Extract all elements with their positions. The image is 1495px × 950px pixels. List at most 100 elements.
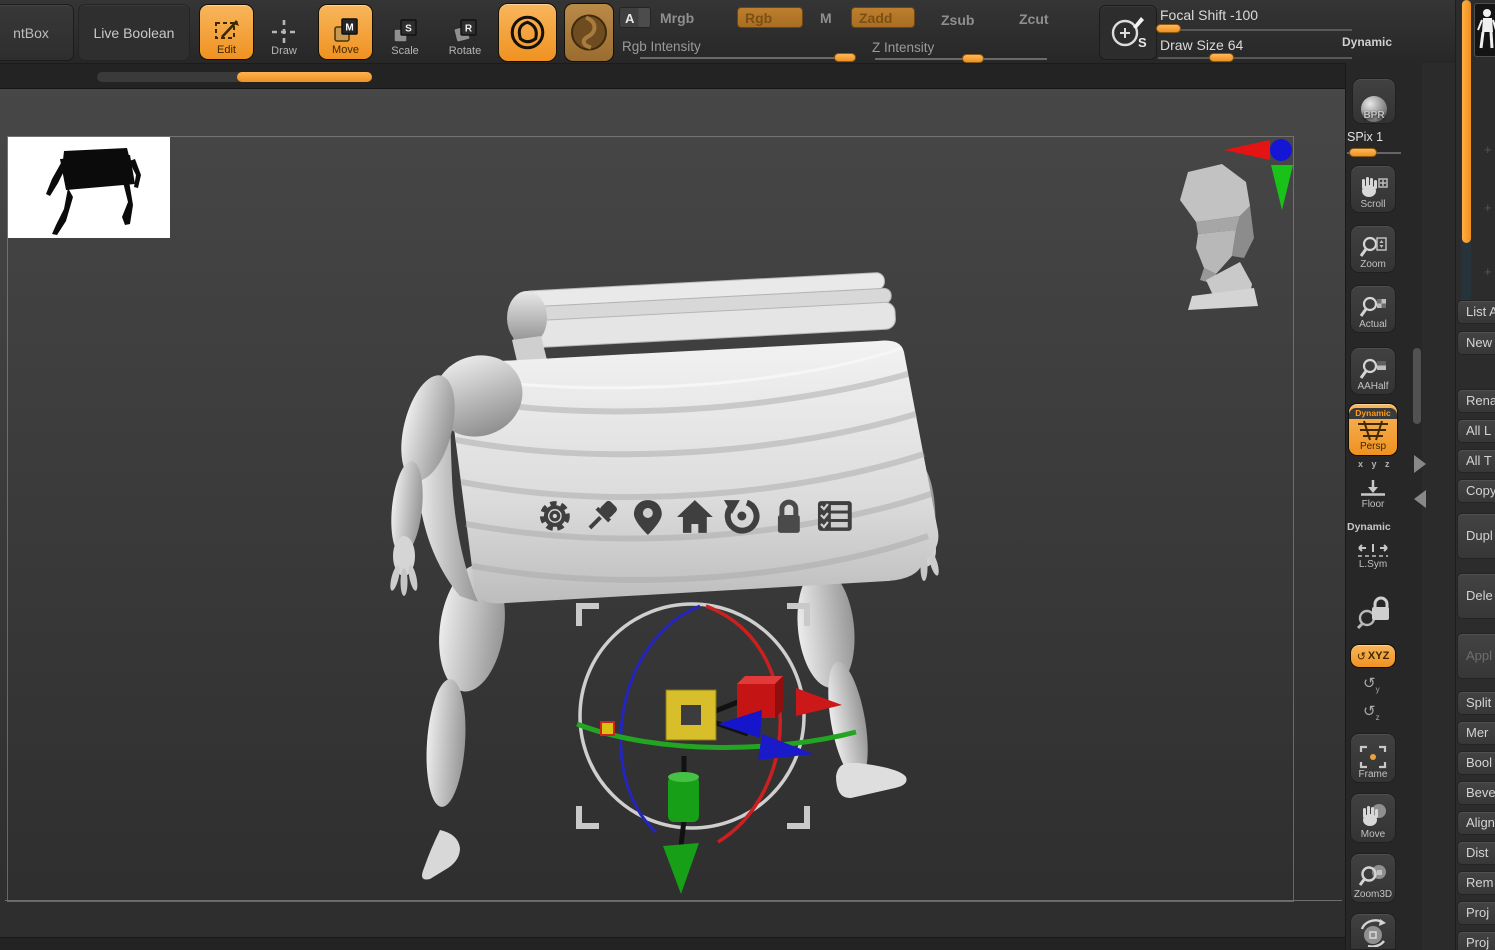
aahalf-button[interactable]: AAHalf: [1350, 347, 1396, 395]
sculpt-canvas[interactable]: [0, 88, 1345, 950]
rgb-toggle[interactable]: Rgb: [737, 7, 803, 28]
actual-button[interactable]: Actual: [1350, 285, 1396, 333]
z-intensity-label: Z Intensity: [872, 40, 934, 55]
frame-icon: [1359, 745, 1387, 769]
camera-lock-button[interactable]: [1350, 582, 1396, 632]
rotate-nav-button[interactable]: [1350, 913, 1396, 950]
draw-size-thumb[interactable]: [1209, 53, 1234, 62]
tool-figure-icon: [1475, 4, 1495, 56]
xyz-axes-label[interactable]: x y z: [1358, 459, 1393, 469]
panel-button-all-low[interactable]: All L: [1457, 419, 1495, 443]
panel-plus-icon: +: [1484, 264, 1492, 279]
panel-button-all-high[interactable]: All T: [1457, 449, 1495, 473]
panel-button-new[interactable]: New: [1457, 331, 1495, 355]
floor-icon: [1358, 479, 1388, 499]
z-intensity-thumb[interactable]: [962, 54, 984, 63]
floor-button[interactable]: Floor: [1350, 474, 1396, 512]
m-toggle[interactable]: M: [820, 10, 832, 26]
rgb-intensity-label: Rgb Intensity: [622, 39, 701, 54]
bpr-button[interactable]: BPR: [1352, 78, 1396, 124]
perspective-grid-icon: [1356, 419, 1390, 441]
brush-icon: [499, 4, 556, 61]
rail-scrollbar[interactable]: [1413, 348, 1421, 424]
edit-mode-button[interactable]: Edit: [199, 4, 254, 60]
lightbox-button[interactable]: ntBox: [0, 4, 74, 61]
xyz-button[interactable]: ↺ XYZ: [1350, 644, 1396, 668]
panel-button-merge[interactable]: Mer: [1457, 721, 1495, 745]
draw-mode-button[interactable]: Draw: [260, 4, 308, 60]
mrgb-toggle[interactable]: Mrgb: [660, 10, 694, 26]
rotate-glyph: ↺: [1357, 650, 1366, 663]
lock-camera-icon: [1355, 594, 1391, 630]
rgb-intensity-slider[interactable]: [640, 57, 840, 59]
rotate-mode-button[interactable]: R Rotate: [438, 4, 492, 60]
hand-scroll-icon: [1358, 175, 1388, 199]
zsub-toggle[interactable]: Zsub: [941, 12, 974, 28]
persp-button[interactable]: Dynamic Persp: [1348, 403, 1398, 456]
magnifier-3d-icon: [1358, 863, 1388, 889]
dynamic-resolution-label[interactable]: Dynamic: [1347, 521, 1391, 533]
panel-button-project2[interactable]: Proj: [1457, 931, 1495, 950]
panel-button-distribute[interactable]: Dist: [1457, 841, 1495, 865]
svg-text:M: M: [345, 23, 353, 34]
panel-button-duplicate[interactable]: Dupl: [1457, 513, 1495, 559]
current-brush-button[interactable]: [498, 3, 557, 62]
panel-scroll-thumb[interactable]: [1462, 0, 1471, 243]
active-tool-thumbnail[interactable]: [1474, 3, 1495, 57]
zbrush-app: ntBox Live Boolean Edit Draw M Move: [0, 0, 1495, 950]
zcut-toggle[interactable]: Zcut: [1019, 11, 1049, 27]
rotate-icon: R: [451, 18, 479, 45]
panel-button-project[interactable]: Proj: [1457, 901, 1495, 925]
toolbar-scroll-strip: [0, 64, 1455, 89]
spix-thumb[interactable]: [1349, 148, 1377, 157]
current-material-button[interactable]: [564, 3, 614, 62]
divider-arrow-right-icon[interactable]: [1414, 455, 1426, 473]
persp-dynamic-label: Dynamic: [1349, 408, 1397, 419]
zoom3d-button[interactable]: Zoom3D: [1350, 853, 1396, 903]
panel-button-align[interactable]: Align: [1457, 811, 1495, 835]
panel-button-rename[interactable]: Rena: [1457, 389, 1495, 413]
focal-shift-thumb[interactable]: [1156, 24, 1181, 33]
toolbar-scroll-thumb[interactable]: [237, 72, 372, 82]
svg-text:S: S: [405, 24, 412, 35]
gizmo-mini-square: [601, 722, 614, 735]
rotate-y-button[interactable]: ↺y: [1363, 674, 1380, 694]
scroll-button[interactable]: Scroll: [1350, 165, 1396, 213]
rotate-z-button[interactable]: ↺z: [1363, 702, 1380, 722]
spix-label: SPix 1: [1347, 130, 1383, 144]
panel-button-boolean[interactable]: Bool: [1457, 751, 1495, 775]
move-nav-button[interactable]: Move: [1350, 793, 1396, 843]
move-mode-button[interactable]: M Move: [318, 4, 373, 60]
panel-button-remesh[interactable]: Rem: [1457, 871, 1495, 895]
transform-gizmo[interactable]: [0, 88, 1345, 950]
gizmo-x-handle: [737, 676, 842, 718]
material-sphere-icon: [565, 4, 613, 61]
z-intensity-slider[interactable]: [875, 58, 1047, 60]
scale-mode-button[interactable]: S Scale: [380, 4, 430, 60]
a-switch[interactable]: A: [619, 7, 651, 28]
rgb-intensity-thumb[interactable]: [834, 53, 856, 62]
panel-button-append[interactable]: Appl: [1457, 633, 1495, 679]
live-boolean-button[interactable]: Live Boolean: [78, 4, 190, 61]
panel-button-delete[interactable]: Dele: [1457, 573, 1495, 619]
panel-button-bevel[interactable]: Beve: [1457, 781, 1495, 805]
panel-button-split[interactable]: Split: [1457, 691, 1495, 715]
lsym-icon: [1356, 543, 1390, 559]
zoom-button[interactable]: Zoom: [1350, 225, 1396, 273]
panel-gap: [1422, 63, 1455, 950]
top-toolbar: ntBox Live Boolean Edit Draw M Move: [0, 0, 1455, 64]
draw-size-slider[interactable]: [1158, 57, 1352, 59]
stroke-type-button[interactable]: S: [1099, 5, 1157, 60]
dynamic-mode-label[interactable]: Dynamic: [1342, 35, 1392, 49]
panel-button-copy[interactable]: Copy: [1457, 479, 1495, 503]
frame-button[interactable]: Frame: [1350, 733, 1396, 783]
panel-button-list[interactable]: List A: [1457, 300, 1495, 324]
magnifier-zoom-icon: [1358, 235, 1388, 259]
local-symmetry-button[interactable]: L.Sym: [1350, 536, 1396, 572]
stroke-icon: S: [1106, 11, 1150, 55]
zadd-toggle[interactable]: Zadd: [851, 7, 915, 28]
divider-arrow-left-icon[interactable]: [1414, 490, 1426, 508]
focal-shift-label: Focal Shift -100: [1160, 7, 1258, 23]
edit-icon: [213, 18, 241, 44]
focal-shift-slider[interactable]: [1158, 29, 1352, 31]
